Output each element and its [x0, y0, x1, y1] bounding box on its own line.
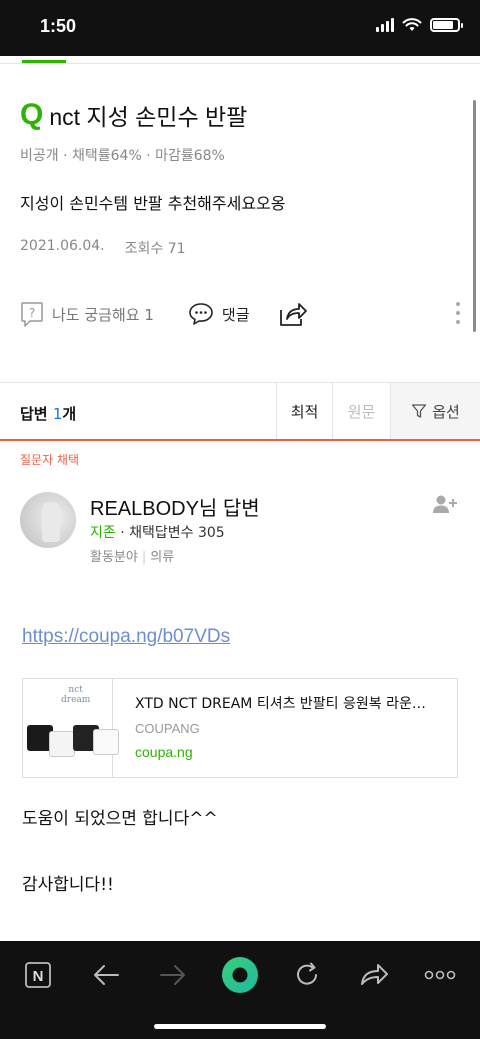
answerer-stat: 지존 · 채택답변수 305 — [90, 522, 225, 542]
green-dot-icon[interactable] — [220, 955, 260, 995]
back-arrow-icon[interactable] — [86, 955, 126, 995]
answerer-field: 활동분야 | 의류 — [90, 550, 175, 565]
follow-user-icon[interactable] — [432, 494, 458, 518]
share-button[interactable] — [278, 301, 308, 327]
speech-bubble-icon — [189, 303, 213, 325]
comment-label: 댓글 — [221, 305, 250, 324]
scrollbar[interactable] — [473, 100, 476, 332]
more-options-icon[interactable] — [456, 302, 460, 324]
filter-icon — [412, 404, 427, 418]
question-q-icon: Q — [20, 98, 44, 131]
question-mark-icon: ? — [21, 302, 43, 327]
answerer-grade: 지존 — [90, 525, 116, 541]
card-domain: coupa.ng — [135, 744, 193, 760]
question-meta: 비공개 · 채택률64% · 마감률68% — [20, 148, 225, 164]
product-thumbnail: nct dream — [23, 679, 119, 777]
question-title: Q nct 지성 손민수 반팔 — [20, 98, 247, 132]
thumbnail-text-line-1: nct — [68, 685, 83, 695]
answerer-field-label: 활동분야 — [90, 550, 138, 565]
question-date-row: 2021.06.04. 조회수 71 — [20, 238, 186, 258]
options-button[interactable]: 옵션 — [390, 383, 480, 439]
thumbnail-text-line-2: dream — [61, 695, 91, 705]
battery-icon — [430, 18, 463, 32]
answerer-field-value: 의류 — [150, 550, 175, 565]
answer-accent-line — [0, 439, 480, 441]
more-icon[interactable] — [420, 955, 460, 995]
answer-link[interactable]: https://coupa.ng/b07VDs — [22, 626, 230, 648]
battery-level — [433, 21, 454, 29]
answer-text-2: 감사합니다!! — [22, 875, 114, 895]
curious-label: 나도 궁금해요 1 — [52, 305, 154, 324]
card-info: XTD NCT DREAM 티셔츠 반팔티 응원복 라운드티 COUPANG c… — [113, 679, 457, 777]
cellular-signal-icon — [376, 18, 394, 32]
card-source: COUPANG — [135, 721, 200, 736]
status-time: 1:50 — [40, 16, 77, 36]
share-icon[interactable] — [354, 955, 394, 995]
top-divider — [0, 63, 480, 64]
answer-count: 답변 1개 — [20, 403, 76, 424]
wifi-icon — [402, 18, 422, 31]
share-icon — [279, 303, 307, 326]
answerer-name[interactable]: REALBODY님 답변 — [90, 492, 260, 521]
sort-original-button[interactable]: 원문 — [332, 383, 390, 439]
answers-header: 답변 1개 최적 원문 옵션 — [0, 383, 480, 439]
answer-count-number: 1 — [52, 405, 63, 423]
forward-arrow-icon[interactable] — [153, 955, 193, 995]
comment-button[interactable]: 댓글 — [188, 302, 250, 326]
sort-best-button[interactable]: 최적 — [276, 383, 332, 439]
question-actions: ? 나도 궁금해요 1 댓글 — [20, 298, 460, 330]
chosen-by-asker-label: 질문자 채택 — [20, 453, 80, 467]
card-title: XTD NCT DREAM 티셔츠 반팔티 응원복 라운드티 — [135, 696, 435, 712]
link-preview-card[interactable]: nct dream XTD NCT DREAM 티셔츠 반팔티 응원복 라운드티… — [22, 678, 458, 778]
thumbnail-text: nct dream — [61, 685, 90, 705]
avatar[interactable] — [20, 492, 76, 548]
question-title-text: nct 지성 손민수 반팔 — [49, 104, 248, 130]
answer-count-prefix: 답변 — [20, 405, 48, 423]
curious-button[interactable]: ? 나도 궁금해요 1 — [20, 301, 154, 327]
status-icons — [376, 18, 463, 32]
answer-text-1: 도움이 되었으면 합니다^^ — [22, 809, 218, 829]
answerer-chosen-count: · 채택답변수 305 — [120, 525, 225, 541]
question-date: 2021.06.04. — [20, 238, 105, 254]
home-indicator[interactable] — [154, 1024, 326, 1029]
refresh-icon[interactable] — [287, 955, 327, 995]
svg-text:?: ? — [29, 306, 35, 320]
sort-group: 최적 원문 옵션 — [276, 383, 480, 439]
answer-count-suffix: 개 — [62, 405, 77, 423]
naver-n-icon[interactable]: N — [18, 955, 58, 995]
status-bar: 1:50 — [0, 0, 480, 56]
options-label: 옵션 — [432, 402, 460, 421]
question-body: 지성이 손민수템 반팔 추천해주세요오옹 — [20, 194, 286, 213]
question-views: 조회수 71 — [124, 241, 186, 257]
naver-letter: N — [33, 968, 44, 985]
